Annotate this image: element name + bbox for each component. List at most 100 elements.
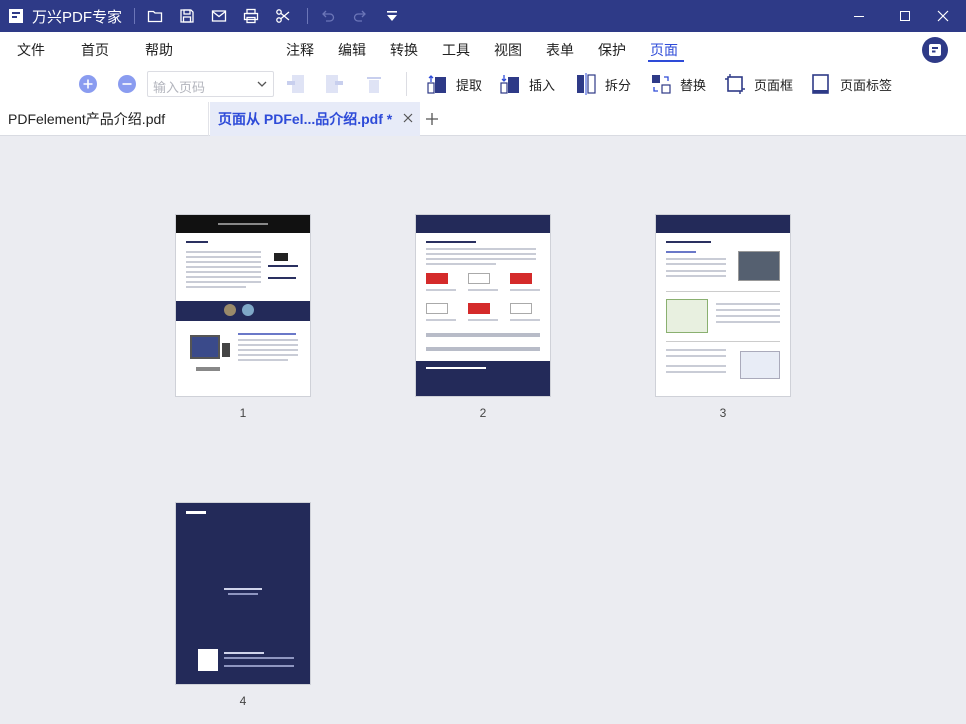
account-icon[interactable] bbox=[922, 37, 948, 63]
page-box-button[interactable]: 页面框 bbox=[724, 72, 793, 96]
page-thumbnail[interactable] bbox=[656, 215, 790, 396]
menu-page[interactable]: 页面 bbox=[650, 40, 678, 60]
close-tab-icon[interactable] bbox=[402, 112, 414, 124]
zoom-in-icon bbox=[79, 75, 97, 93]
menu-home[interactable]: 首页 bbox=[81, 40, 109, 60]
page-preview-line bbox=[186, 286, 246, 288]
email-icon[interactable] bbox=[203, 0, 235, 32]
page-thumbnail[interactable] bbox=[176, 503, 310, 684]
page-preview-line bbox=[666, 258, 726, 260]
new-tab-icon[interactable] bbox=[424, 111, 440, 127]
zoom-out-button[interactable] bbox=[116, 72, 138, 96]
save-icon[interactable] bbox=[171, 0, 203, 32]
menu-view[interactable]: 视图 bbox=[494, 40, 522, 60]
page-preview-line bbox=[426, 241, 476, 243]
page-preview-logo bbox=[426, 273, 448, 284]
page-number-label: 1 bbox=[239, 406, 247, 420]
page-preview-logo bbox=[186, 511, 206, 514]
page-preview-line bbox=[186, 276, 261, 278]
insert-button[interactable]: 插入 bbox=[499, 72, 555, 96]
page-preview-line bbox=[666, 241, 711, 243]
document-tab[interactable]: PDFelement产品介绍.pdf bbox=[0, 102, 209, 136]
page-preview-line bbox=[468, 319, 498, 321]
trash-icon bbox=[367, 77, 381, 93]
minimize-button[interactable] bbox=[836, 0, 882, 32]
print-icon[interactable] bbox=[235, 0, 267, 32]
page-box-label: 页面框 bbox=[754, 77, 794, 93]
page-preview-line bbox=[716, 303, 780, 305]
menu-file[interactable]: 文件 bbox=[17, 40, 45, 60]
document-tab-bar: PDFelement产品介绍.pdf 页面从 PDFel...品介绍.pdf * bbox=[0, 102, 966, 136]
rotate-left-button[interactable] bbox=[285, 72, 307, 96]
page-preview-line bbox=[510, 289, 540, 291]
page-preview-line bbox=[186, 266, 261, 268]
page-preview-line bbox=[186, 251, 261, 253]
split-button[interactable]: 拆分 bbox=[575, 72, 631, 96]
scissors-icon[interactable] bbox=[267, 0, 299, 32]
menu-convert[interactable]: 转换 bbox=[390, 40, 418, 60]
page-preview-logo bbox=[510, 273, 532, 284]
page-rotate-left-icon bbox=[287, 75, 304, 93]
menu-help[interactable]: 帮助 bbox=[145, 40, 173, 60]
extract-icon bbox=[427, 75, 446, 94]
split-icon bbox=[577, 73, 596, 95]
page-number-label: 4 bbox=[239, 694, 247, 708]
delete-page-button[interactable] bbox=[363, 72, 385, 96]
page-label-button[interactable]: 页面标签 bbox=[810, 72, 892, 96]
extract-label: 提取 bbox=[456, 77, 483, 93]
page-preview-line bbox=[426, 248, 536, 250]
page-preview-logos bbox=[426, 333, 540, 337]
divider bbox=[307, 8, 309, 24]
page-preview-line bbox=[186, 281, 261, 283]
menu-edit[interactable]: 编辑 bbox=[338, 40, 366, 60]
page-preview-line bbox=[224, 588, 262, 590]
page-thumbnail[interactable] bbox=[416, 215, 550, 396]
page-thumbnail-grid: 1 2 3 4 bbox=[0, 136, 966, 724]
page-preview-line bbox=[238, 344, 298, 346]
page-preview-divider bbox=[666, 291, 780, 292]
page-preview-line bbox=[666, 251, 696, 253]
menu-protect[interactable]: 保护 bbox=[598, 40, 626, 60]
page-number-input[interactable]: 输入页码 bbox=[147, 71, 274, 97]
replace-button[interactable]: 替换 bbox=[650, 72, 706, 96]
extract-button[interactable]: 提取 bbox=[426, 72, 482, 96]
open-folder-icon[interactable] bbox=[139, 0, 171, 32]
chevron-down-icon bbox=[257, 81, 267, 87]
page-preview-line bbox=[268, 277, 296, 279]
page-preview-phone bbox=[222, 343, 230, 357]
title-bar: 万兴PDF专家 bbox=[0, 0, 966, 32]
app-logo-icon bbox=[8, 8, 24, 24]
page-preview-line bbox=[224, 665, 294, 667]
document-tab-title: PDFelement产品介绍.pdf bbox=[8, 111, 166, 127]
page-preview-line bbox=[666, 371, 726, 373]
page-preview-icons bbox=[196, 367, 220, 371]
page-label-label: 页面标签 bbox=[840, 77, 893, 93]
page-preview-line bbox=[186, 256, 261, 258]
menu-tools[interactable]: 工具 bbox=[442, 40, 470, 60]
page-preview-line bbox=[238, 349, 298, 351]
page-preview-line bbox=[426, 319, 456, 321]
close-button[interactable] bbox=[920, 0, 966, 32]
document-tab-active[interactable]: 页面从 PDFel...品介绍.pdf * bbox=[210, 102, 420, 136]
page-preview-line bbox=[666, 355, 726, 357]
page-preview-logo bbox=[274, 253, 288, 261]
menu-form[interactable]: 表单 bbox=[546, 40, 574, 60]
page-thumbnail[interactable] bbox=[176, 215, 310, 396]
page-rotate-right-icon bbox=[326, 75, 343, 93]
page-preview-logo bbox=[468, 303, 490, 314]
menu-comment[interactable]: 注释 bbox=[286, 40, 314, 60]
page-preview-image bbox=[740, 351, 780, 379]
page-preview-logo bbox=[426, 303, 448, 314]
redo-icon[interactable] bbox=[344, 0, 376, 32]
page-preview-line bbox=[426, 258, 536, 260]
rotate-right-button[interactable] bbox=[323, 72, 345, 96]
page-preview-line bbox=[426, 367, 486, 369]
page-preview-line bbox=[228, 593, 258, 595]
undo-icon[interactable] bbox=[312, 0, 344, 32]
page-preview-line bbox=[666, 365, 726, 367]
zoom-in-button[interactable] bbox=[77, 72, 99, 96]
page-preview-header bbox=[416, 215, 550, 233]
quick-access-dropdown-icon[interactable] bbox=[376, 0, 408, 32]
menu-bar: 文件 首页 帮助 注释 编辑 转换 工具 视图 表单 保护 页面 bbox=[0, 32, 966, 66]
page-preview-line bbox=[238, 333, 296, 335]
